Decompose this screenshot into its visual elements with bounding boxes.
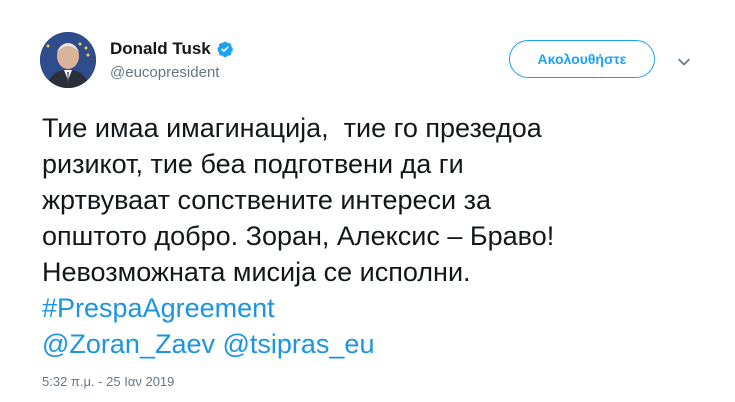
mentions-link[interactable]: @Zoran_Zaev @tsipras_eu <box>42 326 702 362</box>
tweet-header: Donald Tusk @eucopresident Ακολουθήστε <box>0 0 735 100</box>
verified-badge-icon <box>216 40 234 58</box>
avatar[interactable] <box>40 32 96 88</box>
tweet-line: Невозможната мисија се исполни. <box>42 257 471 287</box>
follow-button[interactable]: Ακολουθήστε <box>509 40 655 78</box>
author-block: Donald Tusk @eucopresident <box>110 38 234 84</box>
tweet-line: општото добро. Зоран, Алексис – Браво! <box>42 221 555 251</box>
timestamp[interactable]: 5:32 π.μ. - 25 Ιαν 2019 <box>42 374 174 389</box>
chevron-down-icon[interactable] <box>674 52 694 72</box>
profile-photo-icon <box>40 32 96 88</box>
tweet-line: Тие имаа имагинација, тие го презедоа <box>42 113 542 143</box>
tweet-line: жртвуваат сопствените интереси за <box>42 185 491 215</box>
tweet-text: Тие имаа имагинација, тие го презедоа ри… <box>42 110 702 362</box>
tweet-line: ризикот, тие беа подготвени да ги <box>42 149 464 179</box>
display-name-row: Donald Tusk <box>110 38 234 60</box>
hashtag-link[interactable]: #PrespaAgreement <box>42 290 702 326</box>
handle[interactable]: @eucopresident <box>110 62 234 84</box>
display-name[interactable]: Donald Tusk <box>110 38 211 60</box>
